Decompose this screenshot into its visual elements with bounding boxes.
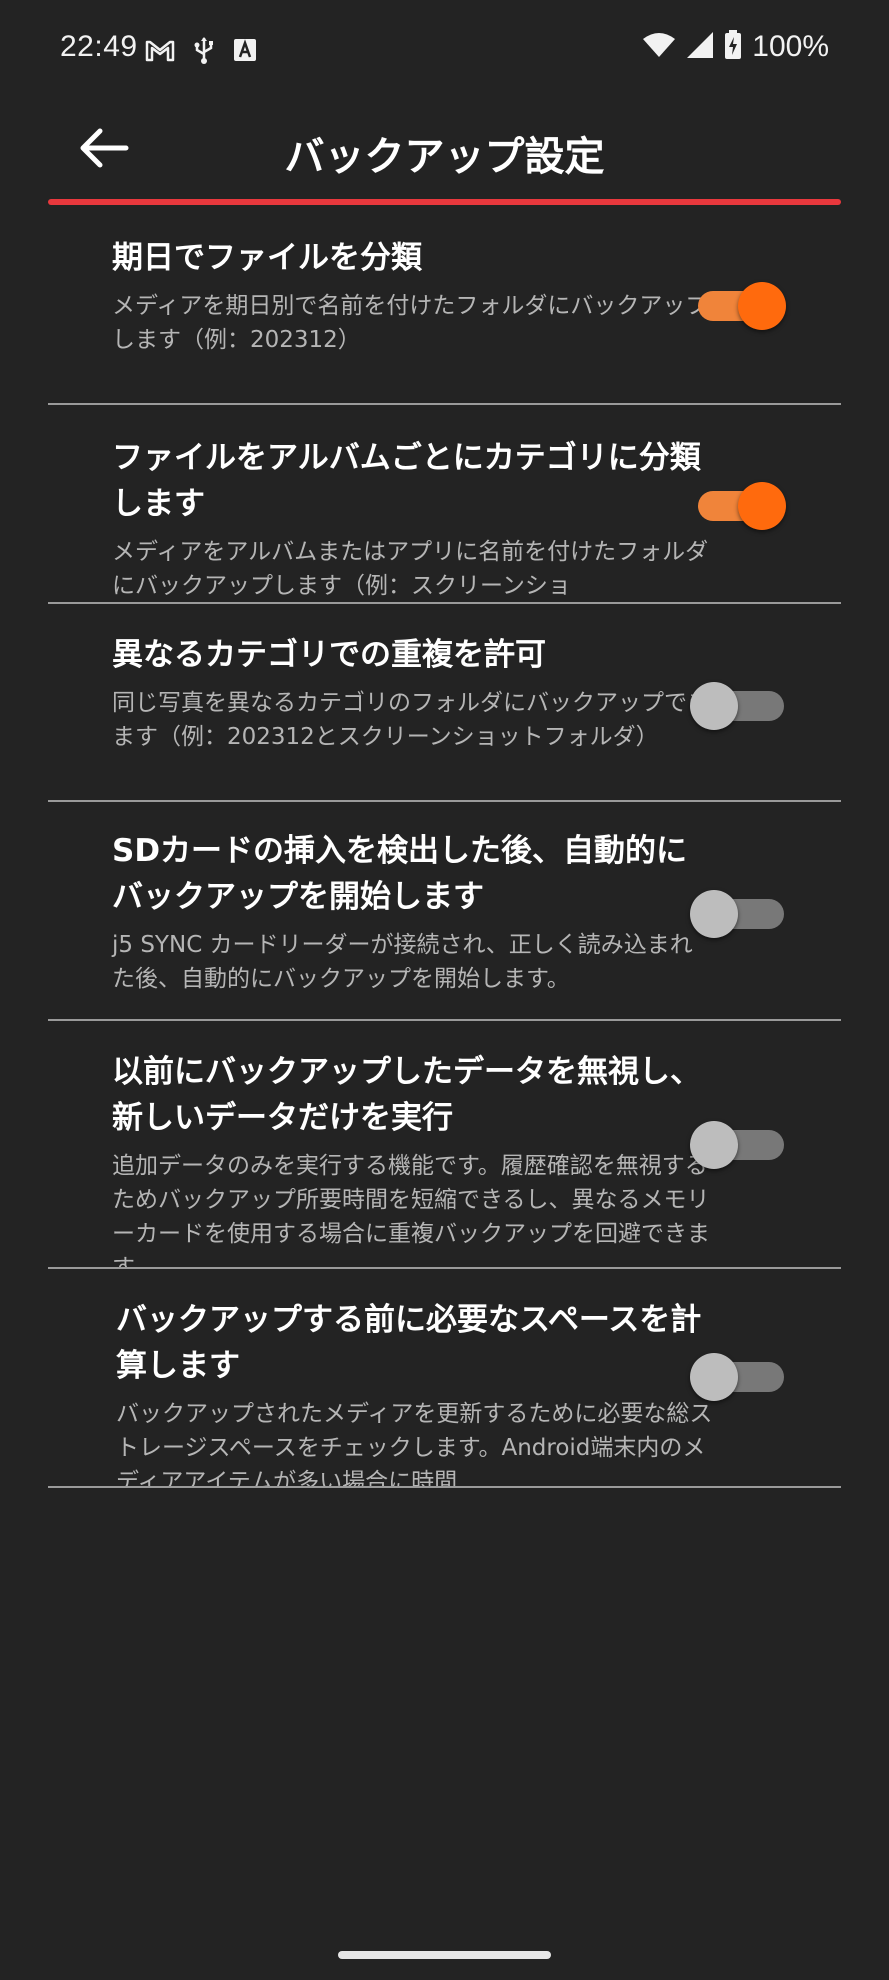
setting-title: SDカードの挿入を検出した後、自動的にバックアップを開始します <box>112 833 688 915</box>
status-bar: 22:49 100% <box>0 0 889 100</box>
usb-icon <box>193 36 215 68</box>
wifi-icon <box>642 31 676 63</box>
setting-description: j5 SYNC カードリーダーが接続され、正しく読み込まれた後、自動的にバックア… <box>112 932 693 992</box>
setting-title: ファイルをアルバムごとにカテゴリに分類します <box>112 440 701 522</box>
toggle-thumb <box>690 1353 738 1401</box>
setting-text: SDカードの挿入を検出した後、自動的にバックアップを開始します j5 SYNC … <box>112 828 712 996</box>
settings-list: 期日でファイルを分類 メディアを期日別で名前を付けたフォルダにバックアップします… <box>48 205 841 1488</box>
battery-charging-icon <box>724 30 742 64</box>
toggle-thumb <box>690 682 738 730</box>
setting-title: 異なるカテゴリでの重複を許可 <box>112 637 546 673</box>
font-app-icon <box>233 38 257 66</box>
setting-text: 期日でファイルを分類 メディアを期日別で名前を付けたフォルダにバックアップします… <box>112 235 712 357</box>
setting-new-data-only: 以前にバックアップしたデータを無視し、新しいデータだけを実行 追加データのみを実… <box>48 1021 841 1269</box>
setting-text: 異なるカテゴリでの重複を許可 同じ写真を異なるカテゴリのフォルダにバックアップで… <box>112 632 712 754</box>
toggle-thumb <box>690 1121 738 1169</box>
setting-text: バックアップする前に必要なスペースを計算します バックアップされたメディアを更新… <box>116 1297 716 1488</box>
setting-auto-backup-sd: SDカードの挿入を検出した後、自動的にバックアップを開始します j5 SYNC … <box>48 802 841 1021</box>
system-icons: 100% <box>642 30 829 64</box>
toggle-thumb <box>738 482 786 530</box>
new-data-only-toggle[interactable] <box>690 1119 784 1169</box>
setting-sort-by-date: 期日でファイルを分類 メディアを期日別で名前を付けたフォルダにバックアップします… <box>48 205 841 405</box>
battery-percentage: 100% <box>752 30 829 63</box>
setting-text: ファイルをアルバムごとにカテゴリに分類します メディアをアルバムまたはアプリに名… <box>112 435 712 602</box>
sort-by-date-toggle[interactable] <box>690 280 786 330</box>
setting-text: 以前にバックアップしたデータを無視し、新しいデータだけを実行 追加データのみを実… <box>112 1049 712 1269</box>
setting-title: バックアップする前に必要なスペースを計算します <box>116 1302 702 1384</box>
allow-duplicates-toggle[interactable] <box>690 680 784 730</box>
sort-by-album-toggle[interactable] <box>690 480 786 530</box>
notification-icons <box>145 36 257 68</box>
page-title: バックアップ設定 <box>284 134 605 180</box>
setting-title: 以前にバックアップしたデータを無視し、新しいデータだけを実行 <box>112 1054 701 1136</box>
gmail-icon <box>145 38 175 66</box>
setting-description: メディアを期日別で名前を付けたフォルダにバックアップします（例：202312） <box>112 293 709 353</box>
status-time: 22:49 <box>60 30 138 63</box>
signal-icon <box>686 31 714 63</box>
calculate-space-toggle[interactable] <box>690 1351 784 1401</box>
auto-backup-sd-toggle[interactable] <box>690 888 784 938</box>
setting-calculate-space: バックアップする前に必要なスペースを計算します バックアップされたメディアを更新… <box>48 1269 841 1488</box>
toggle-thumb <box>690 890 738 938</box>
setting-sort-by-album: ファイルをアルバムごとにカテゴリに分類します メディアをアルバムまたはアプリに名… <box>48 405 841 604</box>
toggle-thumb <box>738 282 786 330</box>
setting-description: バックアップされたメディアを更新するために必要な総ストレージスペースをチェックし… <box>116 1401 713 1488</box>
home-indicator[interactable] <box>338 1951 551 1959</box>
app-bar: バックアップ設定 <box>0 100 889 204</box>
setting-description: メディアをアルバムまたはアプリに名前を付けたフォルダにバックアップします（例：ス… <box>112 539 709 599</box>
setting-description: 追加データのみを実行する機能です。履歴確認を無視するためバックアップ所要時間を短… <box>112 1153 710 1269</box>
setting-allow-duplicates: 異なるカテゴリでの重複を許可 同じ写真を異なるカテゴリのフォルダにバックアップで… <box>48 604 841 802</box>
setting-description: 同じ写真を異なるカテゴリのフォルダにバックアップできます（例：202312とスク… <box>112 690 710 750</box>
setting-title: 期日でファイルを分類 <box>112 240 422 276</box>
